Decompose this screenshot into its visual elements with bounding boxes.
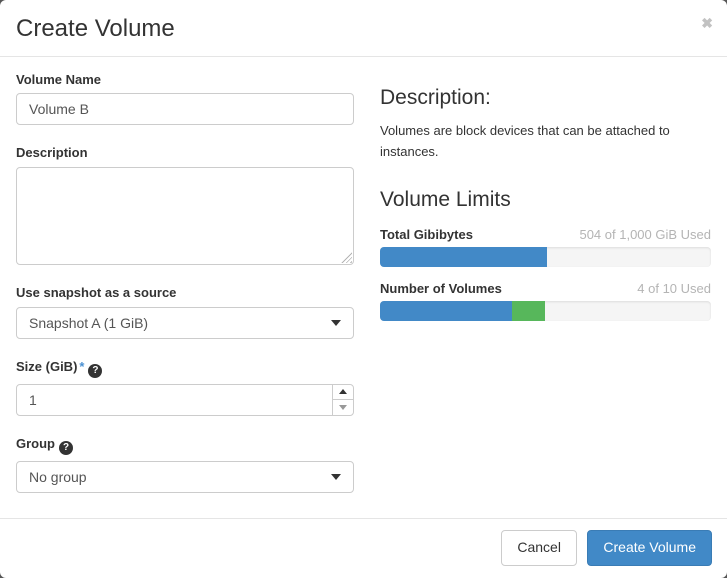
- limit-row: Number of Volumes 4 of 10 Used: [380, 281, 711, 321]
- modal-body: Volume Name Description Use snapshot as …: [0, 57, 727, 518]
- close-icon[interactable]: ✖: [701, 16, 713, 30]
- volume-name-input[interactable]: [16, 93, 354, 125]
- description-group: Description: [16, 145, 354, 265]
- create-volume-button[interactable]: Create Volume: [587, 530, 712, 566]
- limit-label: Total Gibibytes: [380, 227, 473, 242]
- spin-up-button[interactable]: [333, 385, 353, 400]
- limit-head: Number of Volumes 4 of 10 Used: [380, 281, 711, 296]
- description-label: Description: [16, 145, 354, 161]
- help-icon[interactable]: ?: [59, 441, 73, 455]
- progress-segment: [512, 301, 545, 321]
- group-label: Group?: [16, 436, 354, 455]
- cancel-button[interactable]: Cancel: [501, 530, 577, 566]
- snapshot-source-value: Snapshot A (1 GiB): [29, 315, 148, 331]
- size-label: Size (GiB)*?: [16, 359, 354, 378]
- group-value: No group: [29, 469, 87, 485]
- form-column: Volume Name Description Use snapshot as …: [16, 72, 354, 503]
- modal-title: Create Volume: [16, 15, 175, 42]
- limit-usage: 504 of 1,000 GiB Used: [579, 227, 711, 242]
- size-stepper: [16, 384, 354, 416]
- description-textarea[interactable]: [16, 167, 354, 265]
- limits-container: Total Gibibytes 504 of 1,000 GiB Used Numb…: [380, 227, 711, 321]
- spinner-controls: [332, 385, 353, 415]
- spin-down-button[interactable]: [333, 400, 353, 415]
- chevron-down-icon: [331, 474, 341, 480]
- snapshot-source-label: Use snapshot as a source: [16, 285, 354, 301]
- info-column: Description: Volumes are block devices t…: [354, 72, 711, 503]
- snapshot-source-group: Use snapshot as a source Snapshot A (1 G…: [16, 285, 354, 339]
- limit-label: Number of Volumes: [380, 281, 502, 296]
- progress-bar: [380, 301, 711, 321]
- size-label-text: Size (GiB): [16, 359, 77, 374]
- limit-row: Total Gibibytes 504 of 1,000 GiB Used: [380, 227, 711, 267]
- volume-limits-heading: Volume Limits: [380, 187, 711, 212]
- progress-segment: [380, 301, 512, 321]
- group-select[interactable]: No group: [16, 461, 354, 493]
- size-input[interactable]: [17, 385, 353, 415]
- group-label-text: Group: [16, 436, 55, 451]
- progress-segment: [380, 247, 547, 267]
- volume-name-group: Volume Name: [16, 72, 354, 126]
- progress-bar: [380, 247, 711, 267]
- create-volume-modal: Create Volume ✖ Volume Name Description …: [0, 0, 727, 578]
- description-text: Volumes are block devices that can be at…: [380, 120, 711, 163]
- description-heading: Description:: [380, 85, 711, 110]
- modal-header: Create Volume ✖: [0, 0, 727, 57]
- modal-footer: Cancel Create Volume: [0, 518, 727, 578]
- arrow-down-icon: [339, 405, 347, 410]
- volume-name-label: Volume Name: [16, 72, 354, 88]
- group-group: Group? No group: [16, 436, 354, 493]
- snapshot-source-select[interactable]: Snapshot A (1 GiB): [16, 307, 354, 339]
- limit-head: Total Gibibytes 504 of 1,000 GiB Used: [380, 227, 711, 242]
- arrow-up-icon: [339, 389, 347, 394]
- required-asterisk: *: [79, 359, 84, 374]
- description-textarea-wrap: [16, 167, 354, 265]
- size-group: Size (GiB)*?: [16, 359, 354, 416]
- limit-usage: 4 of 10 Used: [637, 281, 711, 296]
- help-icon[interactable]: ?: [88, 364, 102, 378]
- chevron-down-icon: [331, 320, 341, 326]
